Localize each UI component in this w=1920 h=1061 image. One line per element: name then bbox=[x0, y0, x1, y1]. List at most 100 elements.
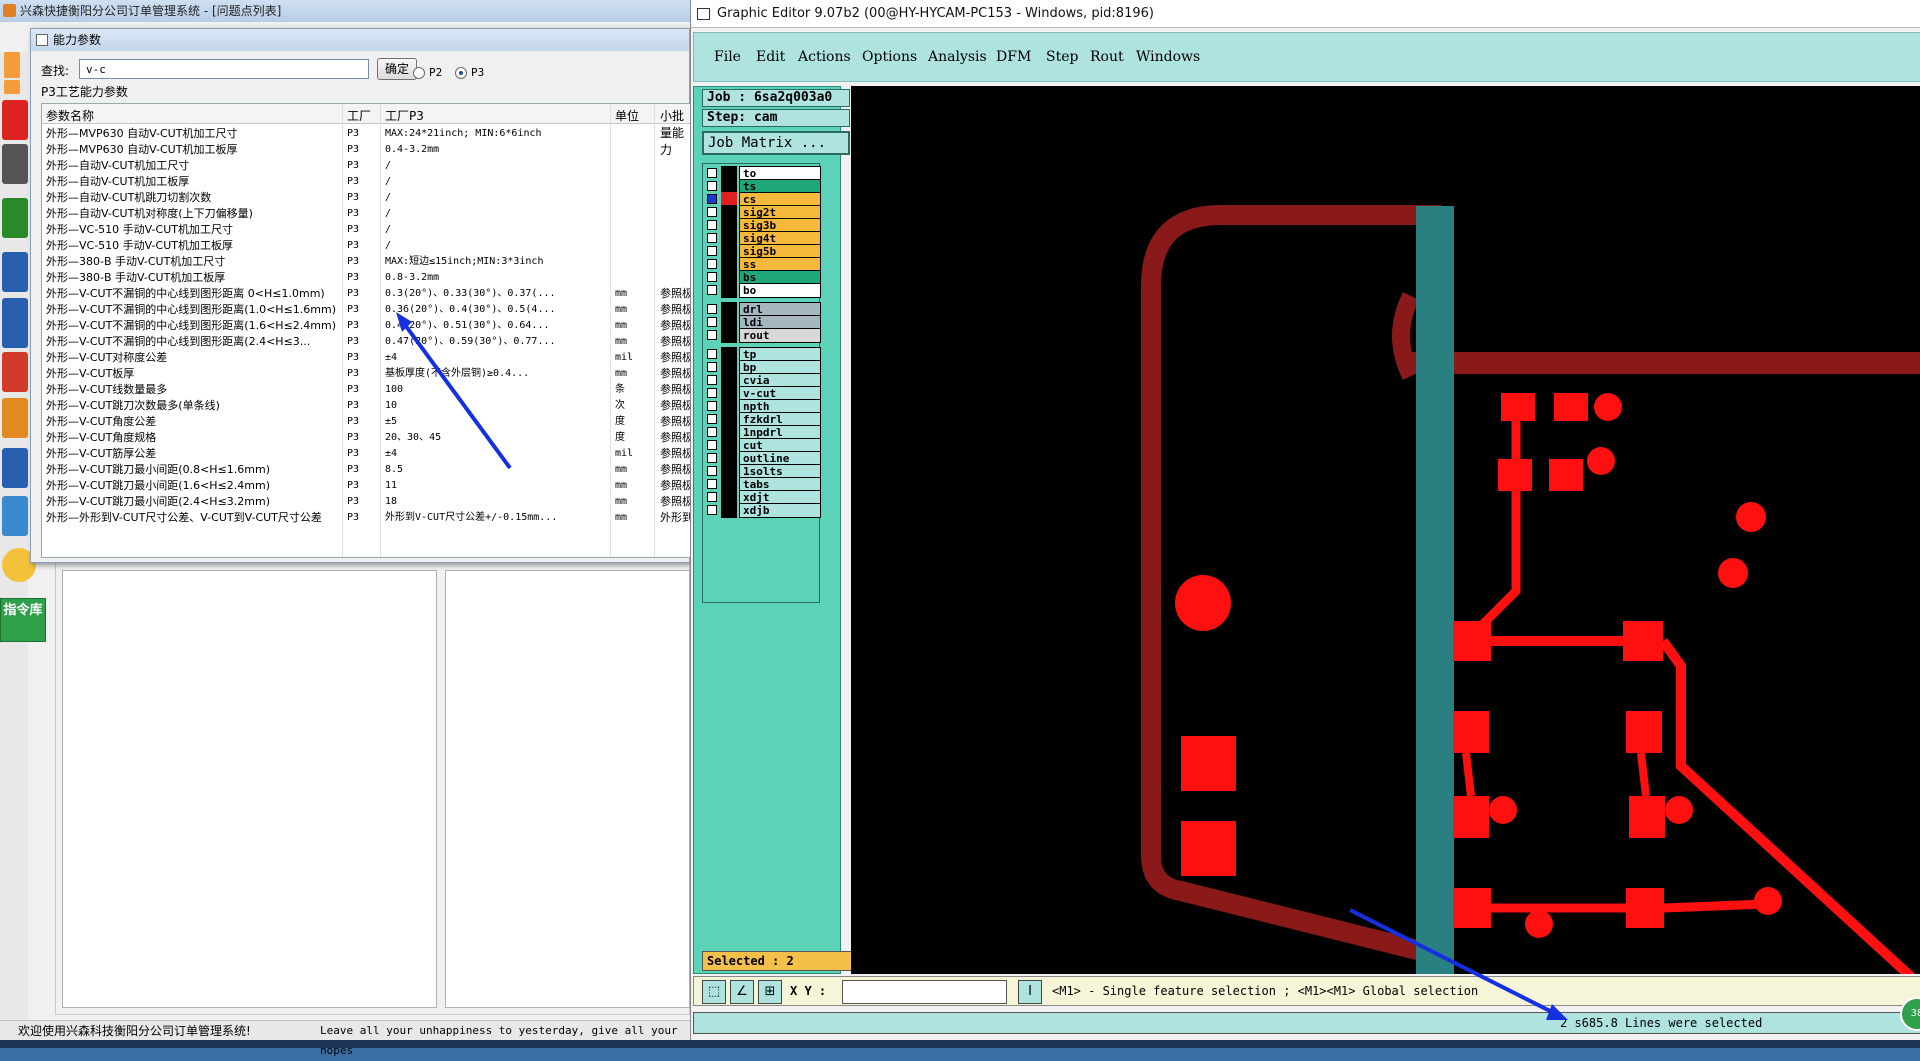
lower-list-pane[interactable] bbox=[62, 570, 437, 1008]
layer-checkbox[interactable] bbox=[707, 375, 717, 385]
table-row[interactable]: 外形—V-CUT跳刀最小间距(2.4<H≤3.2mm) P3 18 mm 参照极限能力 bbox=[42, 494, 690, 510]
table-row[interactable]: 外形—V-CUT线数量最多 P3 100 条 参照极限能力 bbox=[42, 382, 690, 398]
table-row[interactable]: 外形—自动V-CUT机对称度(上下刀偏移量) P3 / bbox=[42, 206, 690, 222]
layer-checkbox[interactable] bbox=[707, 285, 717, 295]
layer-row-rout[interactable]: rout bbox=[705, 328, 821, 343]
cell-name: 外形—V-CUT不漏铜的中心线到图形距离(2.4<H≤3... bbox=[46, 335, 311, 348]
layer-checkbox[interactable] bbox=[707, 466, 717, 476]
table-row[interactable]: 外形—V-CUT跳刀次数最多(单条线) P3 10 次 参照极限能力 bbox=[42, 398, 690, 414]
rail-stack-icon[interactable] bbox=[2, 496, 28, 536]
layer-checkbox[interactable] bbox=[707, 181, 717, 191]
job-matrix-button[interactable]: Job Matrix ... bbox=[702, 131, 850, 155]
layer-checkbox[interactable] bbox=[707, 194, 717, 204]
rail-rules-button[interactable] bbox=[2, 298, 28, 348]
radio-p3[interactable] bbox=[455, 67, 467, 79]
menu-analysis[interactable]: Analysis bbox=[928, 49, 987, 65]
rail-ef-button[interactable] bbox=[2, 352, 28, 392]
menu-file[interactable]: File bbox=[714, 49, 741, 65]
layer-checkbox[interactable] bbox=[707, 388, 717, 398]
layer-checkbox[interactable] bbox=[707, 259, 717, 269]
menu-options[interactable]: Options bbox=[862, 49, 917, 65]
snap-tool-icon[interactable]: ⊞ bbox=[758, 980, 782, 1004]
layer-checkbox[interactable] bbox=[707, 349, 717, 359]
confirm-button[interactable]: 确定 bbox=[377, 58, 417, 80]
menu-windows[interactable]: Windows bbox=[1136, 49, 1200, 65]
rail-common-button[interactable] bbox=[2, 398, 28, 438]
menu-dfm[interactable]: DFM bbox=[996, 49, 1031, 65]
table-row[interactable]: 外形—380-B 手动V-CUT机加工尺寸 P3 MAX:短边≤15inch;MIN… bbox=[42, 254, 690, 270]
col-factory-header[interactable]: 工厂 bbox=[347, 107, 371, 124]
table-row[interactable]: 外形—MVP630 自动V-CUT机加工尺寸 P3 MAX:24*21inch; M… bbox=[42, 126, 690, 142]
table-row[interactable]: 外形—V-CUT筋厚公差 P3 ±4 mil 参照极限能力 bbox=[42, 446, 690, 462]
table-row[interactable]: 外形—V-CUT板厚 P3 基板厚度(不含外层铜)≥0.4... mm 参照极限能力 bbox=[42, 366, 690, 382]
col-name-header[interactable]: 参数名称 bbox=[46, 107, 94, 124]
layer-checkbox[interactable] bbox=[707, 427, 717, 437]
cell-note: 参照极限能力 bbox=[660, 351, 691, 364]
command-library-button[interactable]: 指令库 bbox=[0, 598, 46, 642]
cell-name: 外形—自动V-CUT机对称度(上下刀偏移量) bbox=[46, 207, 253, 220]
rail-tools-icon[interactable] bbox=[2, 144, 28, 184]
table-row[interactable]: 外形—自动V-CUT机加工板厚 P3 / bbox=[42, 174, 690, 190]
table-row[interactable]: 外形—V-CUT不漏铜的中心线到图形距离(1.6<H≤2.4mm) P3 0.4(2… bbox=[42, 318, 690, 334]
measure-tool-icon[interactable]: ∠ bbox=[730, 980, 754, 1004]
layer-checkbox[interactable] bbox=[707, 317, 717, 327]
layer-name[interactable]: rout bbox=[739, 328, 821, 343]
table-row[interactable]: 外形—VC-510 手动V-CUT机加工板厚 P3 / bbox=[42, 238, 690, 254]
rail-add-icon[interactable] bbox=[4, 52, 20, 78]
table-row[interactable]: 外形—自动V-CUT机加工尺寸 P3 / bbox=[42, 158, 690, 174]
layer-checkbox[interactable] bbox=[707, 233, 717, 243]
layer-checkbox[interactable] bbox=[707, 414, 717, 424]
xy-input[interactable] bbox=[842, 980, 1007, 1004]
layer-row-bo[interactable]: bo bbox=[705, 283, 821, 298]
col-value-header[interactable]: 工厂P3 bbox=[385, 107, 424, 124]
layer-checkbox[interactable] bbox=[707, 440, 717, 450]
table-row[interactable]: 外形—V-CUT不漏铜的中心线到图形距离(2.4<H≤3... P3 0.47(20… bbox=[42, 334, 690, 350]
table-row[interactable]: 外形—V-CUT跳刀最小间距(0.8<H≤1.6mm) P3 8.5 mm 参照极限能力 bbox=[42, 462, 690, 478]
table-row[interactable]: 外形—V-CUT不漏铜的中心线到图形距离 0<H≤1.0mm) P3 0.3(20°… bbox=[42, 286, 690, 302]
layer-checkbox[interactable] bbox=[707, 304, 717, 314]
layer-checkbox[interactable] bbox=[707, 479, 717, 489]
layer-name[interactable]: bo bbox=[739, 283, 821, 298]
table-row[interactable]: 外形—V-CUT角度公差 P3 ±5 度 参照极限能力 bbox=[42, 414, 690, 430]
rail-close-icon[interactable] bbox=[4, 80, 20, 94]
rail-capability-button[interactable] bbox=[2, 448, 28, 488]
layer-row-xdjb[interactable]: xdjb bbox=[705, 503, 821, 518]
rail-book-icon[interactable] bbox=[2, 252, 28, 292]
menu-rout[interactable]: Rout bbox=[1090, 49, 1124, 65]
table-row[interactable]: 外形—V-CUT不漏铜的中心线到图形距离(1.0<H≤1.6mm) P3 0.36(… bbox=[42, 302, 690, 318]
layer-name[interactable]: xdjb bbox=[739, 503, 821, 518]
select-tool-icon[interactable]: ⬚ bbox=[702, 980, 726, 1004]
table-row[interactable]: 外形—VC-510 手动V-CUT机加工尺寸 P3 / bbox=[42, 222, 690, 238]
layer-checkbox[interactable] bbox=[707, 453, 717, 463]
cell-note: 外形到V-CUT bbox=[660, 511, 690, 524]
search-input[interactable] bbox=[79, 59, 369, 79]
layer-checkbox[interactable] bbox=[707, 362, 717, 372]
table-row[interactable]: 外形—380-B 手动V-CUT机加工板厚 P3 0.8-3.2mm bbox=[42, 270, 690, 286]
menu-actions[interactable]: Actions bbox=[798, 49, 851, 65]
layer-checkbox[interactable] bbox=[707, 492, 717, 502]
layer-checkbox[interactable] bbox=[707, 168, 717, 178]
capability-table[interactable]: 参数名称 工厂 工厂P3 单位 小批量能力 外形—MVP630 自动V-CUT机… bbox=[41, 103, 691, 558]
menu-edit[interactable]: Edit bbox=[756, 49, 785, 65]
col-unit-header[interactable]: 单位 bbox=[615, 107, 639, 124]
radio-p2[interactable] bbox=[413, 67, 425, 79]
table-row[interactable]: 外形—MVP630 自动V-CUT机加工板厚 P3 0.4-3.2mm bbox=[42, 142, 690, 158]
graphics-canvas[interactable] bbox=[851, 86, 1920, 974]
table-row[interactable]: 外形—自动V-CUT机跳刀切割次数 P3 / bbox=[42, 190, 690, 206]
layer-checkbox[interactable] bbox=[707, 505, 717, 515]
table-row[interactable]: 外形—V-CUT跳刀最小间距(1.6<H≤2.4mm) P3 11 mm 参照极限能力 bbox=[42, 478, 690, 494]
layer-checkbox[interactable] bbox=[707, 220, 717, 230]
layer-checkbox[interactable] bbox=[707, 401, 717, 411]
table-row[interactable]: 外形—外形到V-CUT尺寸公差、V-CUT到V-CUT尺寸公差 P3 外形到V-CU… bbox=[42, 510, 690, 526]
info-tool-icon[interactable]: I bbox=[1018, 980, 1042, 1004]
layer-checkbox[interactable] bbox=[707, 330, 717, 340]
table-row[interactable]: 外形—V-CUT对称度公差 P3 ±4 mil 参照极限能力 bbox=[42, 350, 690, 366]
rail-red-icon[interactable] bbox=[2, 100, 28, 140]
layer-checkbox[interactable] bbox=[707, 207, 717, 217]
layer-checkbox[interactable] bbox=[707, 246, 717, 256]
menu-step[interactable]: Step bbox=[1046, 49, 1078, 65]
layer-checkbox[interactable] bbox=[707, 272, 717, 282]
rail-chart-icon[interactable] bbox=[2, 198, 28, 238]
lower-detail-pane[interactable] bbox=[445, 570, 690, 1008]
table-row[interactable]: 外形—V-CUT角度规格 P3 20、30、45 度 参照极限能力 bbox=[42, 430, 690, 446]
